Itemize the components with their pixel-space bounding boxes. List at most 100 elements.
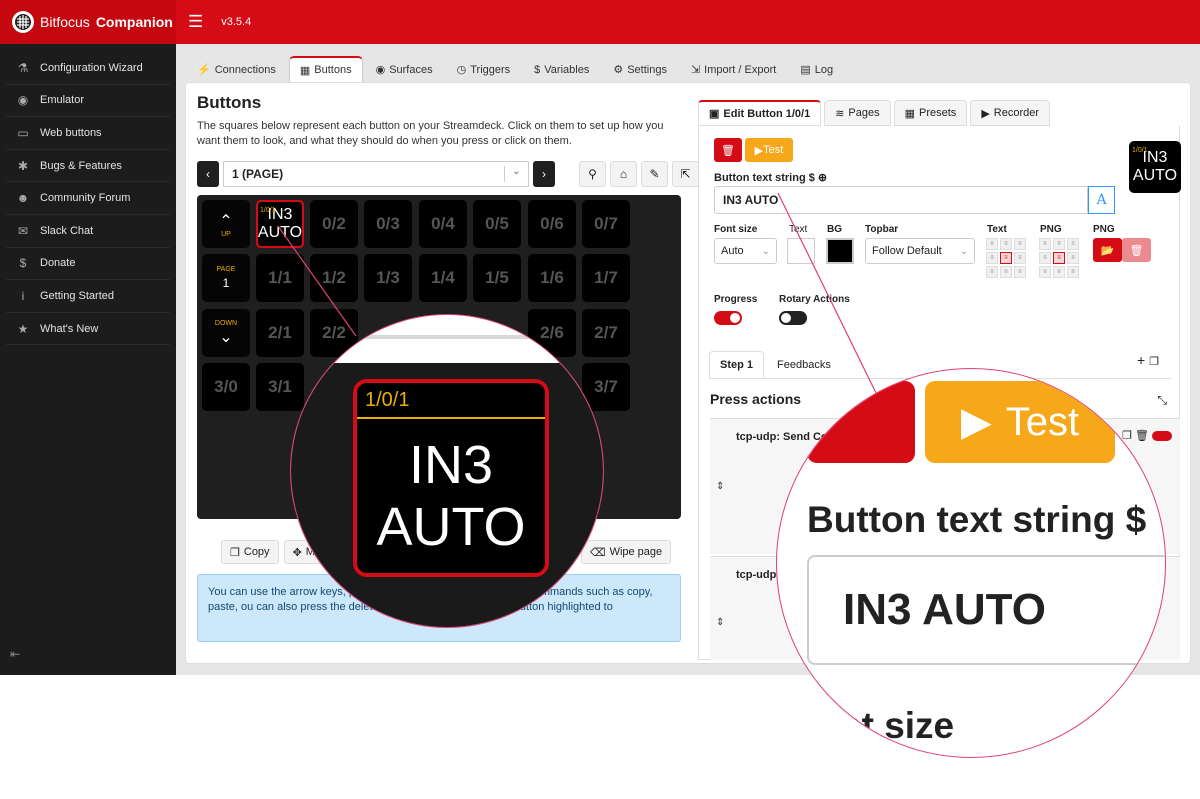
progress-toggle[interactable] bbox=[714, 311, 742, 325]
page-number-button[interactable]: PAGE 1 bbox=[202, 254, 250, 302]
grid-button[interactable]: 1/2 bbox=[310, 254, 358, 302]
sidebar-item-whats-new[interactable]: ★ What's New bbox=[6, 313, 170, 346]
page-select[interactable]: 1 (PAGE) ⌄ bbox=[223, 161, 529, 187]
tab-feedbacks[interactable]: Feedbacks bbox=[766, 351, 842, 378]
tab-edit-button[interactable]: ▣ Edit Button 1/0/1 bbox=[698, 100, 822, 126]
sidebar-item-slack-chat[interactable]: ✉ Slack Chat bbox=[6, 215, 170, 248]
home-icon: ⌂ bbox=[619, 167, 628, 181]
sidebar-item-bugs-features[interactable]: ✱ Bugs & Features bbox=[6, 150, 170, 183]
copy-icon[interactable]: ❐ bbox=[1149, 356, 1159, 368]
text-alignment-grid[interactable]: ≡ ≡ ≡ ≡ ≡ ≡ ≡ ≡ ≡ bbox=[986, 238, 1026, 278]
font-size-select[interactable]: Auto ⌄ bbox=[714, 238, 777, 264]
chevron-down-icon: ⌄ bbox=[504, 166, 528, 182]
grid-icon: ▦ bbox=[299, 64, 311, 77]
tab-settings[interactable]: ⚙ Settings bbox=[602, 56, 678, 82]
delete-button[interactable]: 🗑 bbox=[714, 138, 742, 162]
tab-step-1[interactable]: Step 1 bbox=[709, 351, 765, 378]
grid-button[interactable]: 1/7 bbox=[582, 254, 630, 302]
tab-import-export[interactable]: ⇲ Import / Export bbox=[680, 56, 787, 82]
sidebar-item-configuration-wizard[interactable]: ⚗ Configuration Wizard bbox=[6, 52, 170, 85]
press-actions-title: Press actions bbox=[710, 391, 802, 407]
tab-presets[interactable]: ▦ Presets bbox=[893, 100, 968, 126]
home-button[interactable]: ⌂ bbox=[610, 161, 637, 187]
grid-button[interactable]: 0/3 bbox=[364, 200, 412, 248]
edit-page-button[interactable]: ✎ bbox=[641, 161, 668, 187]
selected-button[interactable]: 1/0/1 IN3 AUTO bbox=[256, 200, 304, 248]
grid-button[interactable]: 1/1 bbox=[256, 254, 304, 302]
zoom-button-location: 1/0/1 bbox=[365, 389, 410, 411]
tab-connections[interactable]: ⚡ Connections bbox=[186, 56, 287, 82]
grid-button[interactable]: 1/5 bbox=[473, 254, 521, 302]
calculator-icon: ▣ bbox=[709, 108, 720, 120]
sidebar-item-getting-started[interactable]: i Getting Started bbox=[6, 280, 170, 313]
action-controls[interactable]: ❐ 🗑 bbox=[1122, 429, 1172, 442]
grid-button[interactable]: 0/6 bbox=[528, 200, 576, 248]
tab-label: Settings bbox=[627, 63, 667, 76]
page-up-button[interactable]: ⌃ UP bbox=[202, 200, 250, 248]
sidebar-item-label: Bugs & Features bbox=[40, 159, 122, 172]
comments-icon: ✉ bbox=[17, 223, 29, 238]
font-size-label: Font size bbox=[714, 224, 758, 235]
search-button[interactable]: ⚲ bbox=[579, 161, 606, 187]
grid-button[interactable]: 3/0 bbox=[202, 363, 250, 411]
search-icon: ⚲ bbox=[588, 167, 597, 181]
bg-color-picker[interactable] bbox=[826, 238, 854, 264]
action-enabled-toggle[interactable] bbox=[1152, 431, 1172, 442]
pencil-icon: ✎ bbox=[649, 167, 660, 181]
text-color-label: Text bbox=[789, 224, 808, 235]
png-alignment-grid[interactable]: ≡ ≡ ≡ ≡ ≡ ≡ ≡ ≡ ≡ bbox=[1039, 238, 1079, 278]
preview-line2: AUTO bbox=[1132, 167, 1178, 184]
add-step-icon[interactable]: + ❐ bbox=[1137, 352, 1159, 368]
grid-button[interactable]: 2/1 bbox=[256, 309, 304, 357]
clock-icon: ◷ bbox=[456, 64, 467, 76]
grid-button[interactable]: 2/7 bbox=[582, 309, 630, 357]
next-page-button[interactable]: › bbox=[533, 161, 555, 187]
gift-icon: ▦ bbox=[904, 107, 916, 120]
sidebar-collapse-icon[interactable]: ⇤ bbox=[10, 647, 20, 661]
sidebar-item-emulator[interactable]: ◉ Emulator bbox=[6, 85, 170, 118]
grid-button[interactable]: 1/4 bbox=[419, 254, 467, 302]
sidebar-item-web-buttons[interactable]: ▭ Web buttons bbox=[6, 117, 170, 150]
rotary-toggle[interactable] bbox=[779, 311, 807, 325]
tab-label: Pages bbox=[848, 107, 880, 119]
hamburger-menu-icon[interactable]: ☰ bbox=[188, 12, 203, 32]
tablet-icon: ▭ bbox=[17, 125, 29, 140]
preview-location: 1/0/1 bbox=[1132, 147, 1148, 154]
png-clear-button[interactable]: 🗑 bbox=[1122, 238, 1151, 262]
brand[interactable]: Bitfocus Companion bbox=[0, 0, 176, 44]
grid-button[interactable]: 1/6 bbox=[528, 254, 576, 302]
dollar-icon: $ bbox=[808, 172, 815, 184]
test-button[interactable]: ▶ Test bbox=[745, 138, 793, 162]
png-upload-button[interactable]: 📂 bbox=[1093, 238, 1122, 262]
drag-handle-icon[interactable]: ⇕ bbox=[716, 481, 724, 492]
grid-button[interactable]: 0/4 bbox=[419, 200, 467, 248]
font-icon[interactable]: A bbox=[1088, 186, 1115, 214]
button-text-input[interactable]: IN3 AUTO bbox=[714, 186, 1088, 214]
grid-button[interactable]: 0/7 bbox=[582, 200, 630, 248]
sidebar-item-donate[interactable]: $ Donate bbox=[6, 248, 170, 281]
tab-variables[interactable]: $ Variables bbox=[523, 56, 600, 82]
tab-surfaces[interactable]: ◉ Surfaces bbox=[365, 56, 444, 82]
previous-page-button[interactable]: ‹ bbox=[197, 161, 219, 187]
copy-button[interactable]: ❐ Copy bbox=[221, 540, 279, 564]
tab-buttons[interactable]: ▦ Buttons bbox=[288, 56, 363, 82]
topbar-select[interactable]: Follow Default ⌄ bbox=[865, 238, 975, 264]
collapse-icon[interactable]: ⤡ bbox=[1157, 393, 1167, 408]
tab-log[interactable]: ▤ Log bbox=[789, 56, 844, 82]
grid-button[interactable]: 0/2 bbox=[310, 200, 358, 248]
grid-button[interactable]: 1/3 bbox=[364, 254, 412, 302]
drag-handle-icon[interactable]: ⇕ bbox=[716, 617, 724, 628]
tab-recorder[interactable]: ▶ Recorder bbox=[970, 100, 1051, 126]
export-page-button[interactable]: ⇱ bbox=[672, 161, 699, 187]
grid-button[interactable]: 0/5 bbox=[473, 200, 521, 248]
zoom-font-size-label: nt size bbox=[839, 705, 955, 746]
text-color-picker[interactable] bbox=[787, 238, 815, 264]
globe-icon: ⊕ bbox=[817, 172, 828, 184]
page-down-button[interactable]: DOWN ⌄ bbox=[202, 309, 250, 357]
folder-open-icon: 📂 bbox=[1100, 244, 1115, 257]
sidebar-item-community-forum[interactable]: ☻ Community Forum bbox=[6, 182, 170, 215]
tab-label: Variables bbox=[544, 63, 590, 76]
tab-triggers[interactable]: ◷ Triggers bbox=[446, 56, 522, 82]
tab-pages[interactable]: ≋ Pages bbox=[824, 100, 891, 126]
button-text-line2: AUTO bbox=[257, 224, 303, 241]
